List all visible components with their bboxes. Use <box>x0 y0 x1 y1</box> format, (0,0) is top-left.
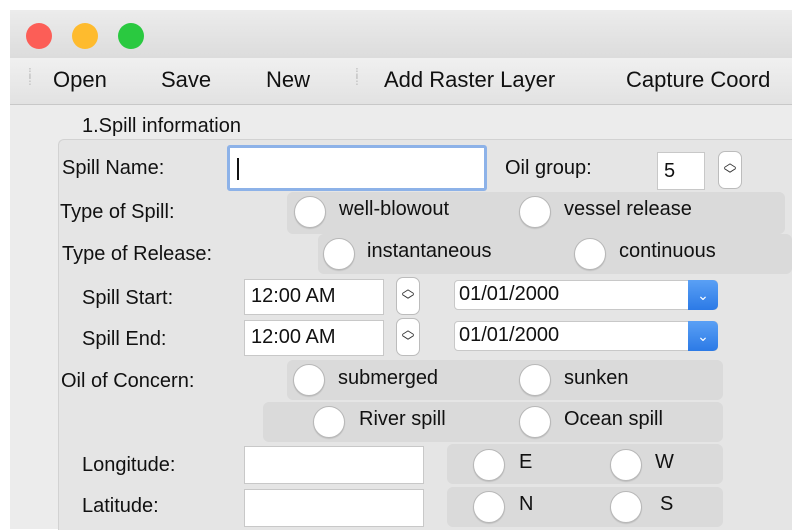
add-raster-layer-button[interactable]: Add Raster Layer <box>384 67 555 93</box>
instantaneous-label: instantaneous <box>367 240 492 262</box>
submerged-radio[interactable] <box>293 364 325 396</box>
section-title: 1.Spill information <box>82 115 241 137</box>
chevron-down-icon[interactable]: ﹀ <box>401 334 414 349</box>
toolbar-grip-icon: ⁞ ⁞ <box>28 65 32 88</box>
new-button[interactable]: New <box>266 67 310 93</box>
zoom-window-button[interactable] <box>118 23 144 49</box>
north-label: N <box>519 493 534 515</box>
vessel-release-radio[interactable] <box>519 196 551 228</box>
spill-name-input[interactable] <box>227 145 487 191</box>
river-spill-label: River spill <box>359 408 446 430</box>
minimize-window-button[interactable] <box>72 23 98 49</box>
close-window-button[interactable] <box>26 23 52 49</box>
spill-end-time-stepper[interactable]: ︿ ﹀ <box>396 318 420 356</box>
toolbar-grip-icon: ⁞ ⁞ <box>355 65 359 88</box>
spill-end-date-select[interactable]: 01/01/2000 ⌄ <box>454 321 718 351</box>
instantaneous-radio[interactable] <box>323 238 355 270</box>
chevron-down-icon[interactable]: ⌄ <box>688 321 718 351</box>
west-radio[interactable] <box>610 449 642 481</box>
spill-end-label: Spill End: <box>82 328 167 350</box>
ocean-spill-label: Ocean spill <box>564 408 663 430</box>
open-button[interactable]: Open <box>53 67 107 93</box>
ocean-spill-radio[interactable] <box>519 406 551 438</box>
oil-group-label: Oil group: <box>505 157 592 179</box>
latitude-label: Latitude: <box>82 495 159 517</box>
continuous-radio[interactable] <box>574 238 606 270</box>
oil-group-stepper[interactable]: ︿ ﹀ <box>718 151 742 189</box>
type-of-release-label: Type of Release: <box>62 243 213 265</box>
west-label: W <box>655 451 674 473</box>
continuous-label: continuous <box>619 240 716 262</box>
north-radio[interactable] <box>473 491 505 523</box>
sunken-radio[interactable] <box>519 364 551 396</box>
east-label: E <box>519 451 533 473</box>
longitude-label: Longitude: <box>82 454 176 476</box>
chevron-down-icon[interactable]: ﹀ <box>401 293 414 308</box>
chevron-down-icon[interactable]: ﹀ <box>723 167 736 182</box>
type-of-spill-label: Type of Spill: <box>60 201 175 223</box>
south-label: S <box>660 493 674 515</box>
spill-name-label: Spill Name: <box>62 157 165 179</box>
latitude-input[interactable] <box>244 489 424 527</box>
well-blowout-label: well-blowout <box>339 198 450 220</box>
submerged-label: submerged <box>338 367 439 389</box>
spill-start-time-stepper[interactable]: ︿ ﹀ <box>396 277 420 315</box>
sunken-label: sunken <box>564 367 629 389</box>
east-radio[interactable] <box>473 449 505 481</box>
longitude-input[interactable] <box>244 446 424 484</box>
spill-start-time-input[interactable]: 12:00 AM <box>244 279 384 315</box>
chevron-down-icon[interactable]: ⌄ <box>688 280 718 310</box>
vessel-release-label: vessel release <box>564 198 692 220</box>
spill-end-time-input[interactable]: 12:00 AM <box>244 320 384 356</box>
well-blowout-radio[interactable] <box>294 196 326 228</box>
south-radio[interactable] <box>610 491 642 523</box>
spill-start-label: Spill Start: <box>82 287 174 309</box>
river-spill-radio[interactable] <box>313 406 345 438</box>
spill-start-date-select[interactable]: 01/01/2000 ⌄ <box>454 280 718 310</box>
oil-of-concern-label: Oil of Concern: <box>61 370 195 392</box>
oil-group-input[interactable]: 5 <box>657 152 705 190</box>
text-cursor <box>237 157 239 180</box>
title-bar <box>10 10 792 58</box>
capture-coord-button[interactable]: Capture Coord <box>626 67 770 93</box>
toolbar: ⁞ ⁞ Open Save New ⁞ ⁞ Add Raster Layer Cap… <box>10 58 792 105</box>
save-button[interactable]: Save <box>161 67 211 93</box>
